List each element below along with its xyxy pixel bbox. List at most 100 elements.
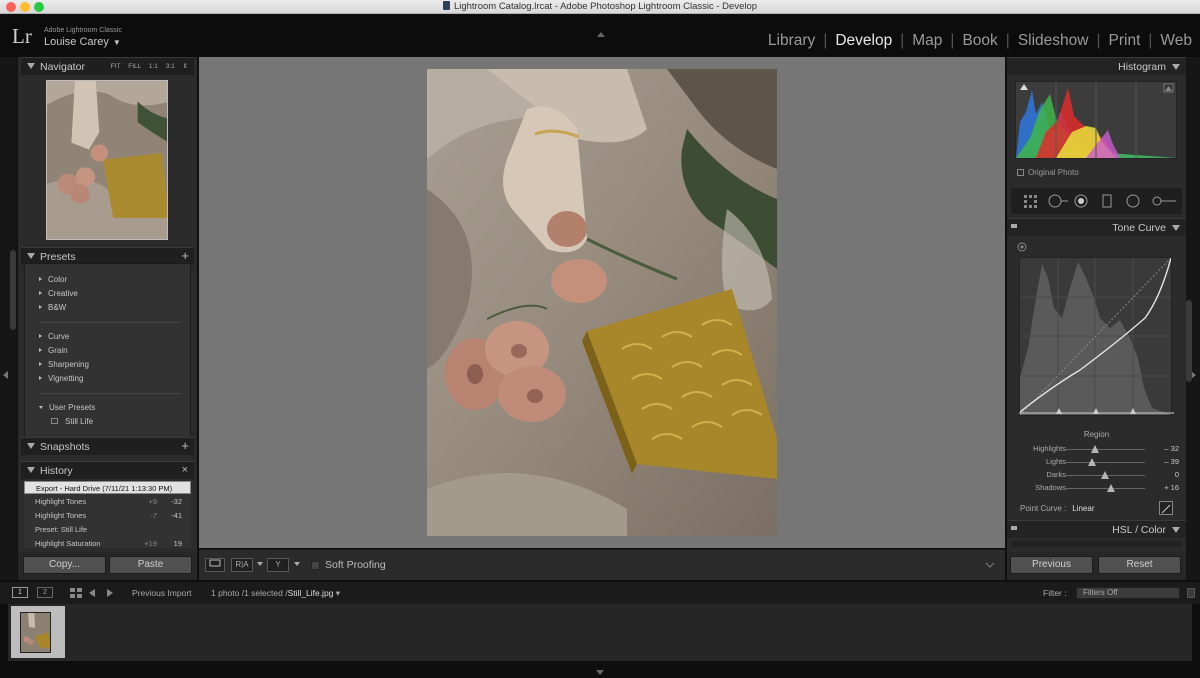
slider-track[interactable] — [1065, 488, 1145, 489]
point-curve-selector[interactable]: Point Curve : Linear — [1020, 504, 1095, 513]
preset-group-vignetting[interactable]: Vignetting — [39, 374, 83, 383]
slider-track[interactable] — [1065, 449, 1145, 450]
loupe-view-button[interactable] — [205, 558, 225, 572]
bottom-edge[interactable] — [0, 662, 1200, 678]
left-panel-scrollbar[interactable] — [10, 250, 16, 330]
edit-point-curve-button[interactable] — [1159, 501, 1173, 515]
before-after-dropdown-icon[interactable] — [257, 562, 263, 566]
preset-group-user-presets[interactable]: User Presets — [39, 403, 95, 412]
reset-button[interactable]: Reset — [1098, 556, 1181, 574]
develop-canvas[interactable] — [199, 57, 1005, 548]
slider-value[interactable]: – 39 — [1164, 457, 1179, 466]
slider-thumb[interactable] — [1101, 471, 1109, 479]
slider-thumb[interactable] — [1091, 445, 1100, 453]
zoom-1-1[interactable]: 1:1 — [149, 63, 158, 70]
histogram-display[interactable] — [1015, 81, 1177, 159]
slider-thumb[interactable] — [1088, 458, 1097, 466]
shadows-slider[interactable]: Shadows + 16 — [1019, 482, 1179, 494]
zoom-3-1[interactable]: 3:1 — [166, 63, 175, 70]
module-slideshow[interactable]: Slideshow — [1010, 32, 1097, 50]
hsl-tab-strip[interactable] — [1011, 541, 1182, 547]
toggle-y-view-button[interactable]: Y — [267, 558, 289, 572]
histogram-header[interactable]: Histogram — [1007, 57, 1186, 75]
preset-group-grain[interactable]: Grain — [39, 346, 68, 355]
history-row[interactable]: Export - Hard Drive (7/11/21 1:13:30 PM) — [24, 481, 191, 494]
filmstrip-source[interactable]: Previous Import — [132, 588, 192, 598]
main-photo[interactable] — [427, 69, 777, 536]
add-snapshot-icon[interactable]: + — [181, 438, 189, 453]
toolbar-options-chevron-icon[interactable] — [983, 558, 997, 572]
hsl-header[interactable]: HSL / Color — [1007, 520, 1186, 538]
slider-thumb[interactable] — [1107, 484, 1116, 492]
history-header[interactable]: History × — [21, 461, 194, 479]
preset-divider — [39, 322, 181, 323]
next-photo-arrow-icon[interactable] — [107, 589, 113, 597]
module-develop[interactable]: Develop — [827, 32, 900, 50]
highlights-slider[interactable]: Highlights – 32 — [1019, 443, 1179, 455]
grid-view-icon[interactable] — [70, 588, 82, 598]
right-panel-scrollbar[interactable] — [1186, 300, 1192, 382]
module-library[interactable]: Library — [760, 32, 823, 50]
previous-button[interactable]: Previous — [1010, 556, 1093, 574]
copy-settings-button[interactable]: Copy... — [23, 556, 106, 574]
region-split-markers[interactable] — [1019, 407, 1174, 415]
clear-history-icon[interactable]: × — [182, 464, 188, 476]
crop-overlay-icon[interactable] — [1023, 194, 1039, 208]
zoom-fit[interactable]: FIT — [111, 63, 121, 70]
preset-group-color[interactable]: Color — [39, 275, 67, 284]
soft-proofing-checkbox[interactable] — [311, 561, 320, 570]
preset-group-creative[interactable]: Creative — [39, 289, 78, 298]
previous-photo-arrow-icon[interactable] — [89, 589, 95, 597]
spot-removal-icon[interactable] — [1047, 194, 1069, 208]
tone-curve-chart — [1019, 257, 1172, 416]
snapshots-header[interactable]: Snapshots + — [21, 437, 194, 455]
zoom-fill[interactable]: FILL — [128, 63, 141, 70]
secondary-window-button[interactable]: 2 — [37, 587, 53, 598]
filmstrip-thumbnail[interactable] — [11, 606, 65, 658]
graduated-filter-icon[interactable] — [1102, 194, 1112, 208]
original-photo-toggle[interactable]: Original Photo — [1017, 168, 1079, 177]
add-preset-icon[interactable]: + — [181, 248, 189, 263]
radial-filter-icon[interactable] — [1125, 194, 1141, 208]
y-view-dropdown-icon[interactable] — [294, 562, 300, 566]
zoom-updown-icon[interactable]: ⇕ — [183, 63, 188, 70]
panel-switch-icon[interactable] — [1011, 224, 1017, 228]
darks-slider[interactable]: Darks 0 — [1019, 469, 1179, 481]
module-map[interactable]: Map — [904, 32, 950, 50]
targeted-adjustment-icon[interactable] — [1017, 242, 1027, 252]
panel-switch-icon[interactable] — [1011, 526, 1017, 530]
red-eye-icon[interactable] — [1074, 194, 1088, 208]
lights-slider[interactable]: Lights – 39 — [1019, 456, 1179, 468]
point-curve-value[interactable]: Linear — [1072, 504, 1094, 513]
slider-value[interactable]: – 32 — [1164, 444, 1179, 453]
preset-group-bw[interactable]: B&W — [39, 303, 66, 312]
history-row[interactable]: Highlight Saturation +19 19 — [24, 537, 191, 548]
user-name-menu[interactable]: Louise Carey ▼ — [44, 36, 121, 48]
navigator-preview[interactable] — [46, 80, 168, 240]
tone-curve-graph[interactable] — [1019, 257, 1172, 416]
history-row[interactable]: Highlight Tones +9 -32 — [24, 495, 191, 508]
tone-curve-header[interactable]: Tone Curve — [1007, 218, 1186, 236]
module-print[interactable]: Print — [1101, 32, 1149, 50]
module-book[interactable]: Book — [954, 32, 1005, 50]
collapse-left-arrow-icon[interactable] — [3, 371, 8, 379]
module-web[interactable]: Web — [1152, 32, 1200, 50]
adjustment-brush-icon[interactable] — [1151, 194, 1177, 208]
slider-track[interactable] — [1065, 462, 1145, 463]
preset-group-curve[interactable]: Curve — [39, 332, 69, 341]
filter-dropdown[interactable]: Filters Off — [1076, 587, 1180, 599]
paste-settings-button[interactable]: Paste — [109, 556, 192, 574]
preset-still-life[interactable]: Still Life — [51, 417, 93, 426]
navigator-header[interactable]: Navigator FIT FILL 1:1 3:1 ⇕ — [21, 57, 194, 75]
preset-group-sharpening[interactable]: Sharpening — [39, 360, 89, 369]
slider-value[interactable]: + 16 — [1164, 483, 1179, 492]
history-row[interactable]: Preset: Still Life — [24, 523, 191, 536]
collapse-filmstrip-arrow-icon[interactable] — [596, 670, 604, 675]
filter-lock-icon[interactable] — [1187, 588, 1195, 598]
show-top-panel-arrow-icon[interactable] — [597, 32, 605, 37]
filmstrip-count[interactable]: 1 photo /1 selected /Still_Life.jpg ▾ — [211, 588, 340, 599]
history-row[interactable]: Highlight Tones -7 -41 — [24, 509, 191, 522]
main-window-button[interactable]: 1 — [12, 587, 28, 598]
slider-value[interactable]: 0 — [1175, 470, 1179, 479]
before-after-button[interactable]: R|A — [231, 558, 253, 572]
